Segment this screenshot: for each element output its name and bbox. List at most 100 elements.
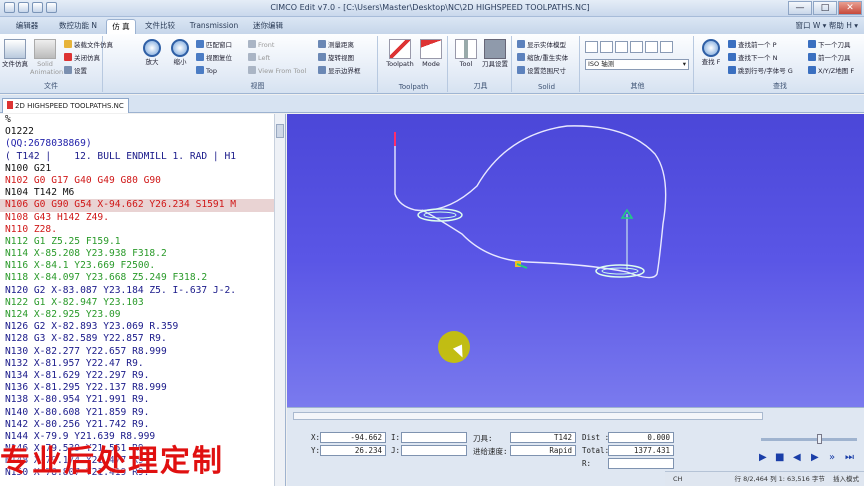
save-icon[interactable] — [18, 2, 29, 13]
mode-icon — [420, 39, 442, 59]
code-line[interactable]: N132 X-81.957 Y22.47 R9. — [0, 358, 274, 370]
zoom-out-icon — [171, 39, 189, 57]
simulation-viewport[interactable] — [287, 114, 864, 407]
axis-icon[interactable] — [585, 41, 598, 53]
load-sim-button[interactable]: 装载文件仿真 — [64, 40, 113, 51]
code-line[interactable]: N124 X-82.925 Y23.09 — [0, 309, 274, 321]
open-icon[interactable] — [32, 2, 43, 13]
code-line[interactable]: N108 G43 H142 Z49. — [0, 212, 274, 224]
mode-button[interactable]: Mode — [416, 39, 446, 68]
bounding-box-button[interactable]: 显示边界框 — [318, 66, 361, 77]
top-view-button[interactable]: Top — [196, 66, 217, 77]
scrollbar-thumb[interactable] — [276, 124, 284, 138]
editor-scrollbar[interactable] — [274, 114, 285, 486]
tab-file-compare[interactable]: 文件比较 — [140, 19, 180, 34]
speed-slider[interactable] — [761, 434, 857, 444]
front-view-button[interactable]: Front — [248, 40, 274, 51]
code-line[interactable]: N114 X-85.208 Y23.938 F318.2 — [0, 248, 274, 260]
code-line[interactable]: N112 G1 Z5.25 F159.1 — [0, 236, 274, 248]
file-simulation-button[interactable]: 文件仿真 — [0, 39, 30, 68]
cube-icon[interactable] — [615, 41, 628, 53]
view-mode-select[interactable]: ISO 轴测 ▾ — [585, 59, 689, 70]
speed-slider-thumb[interactable] — [817, 434, 822, 444]
code-line[interactable]: % — [0, 114, 274, 126]
next-tool-button[interactable]: 下一个刀具 — [808, 40, 851, 51]
fit-window-button[interactable]: 匹配窗口 — [196, 40, 232, 51]
find-next-button[interactable]: 查找下一个 N — [728, 53, 777, 64]
step-forward-icon[interactable]: ▶ — [811, 452, 819, 463]
undo-icon[interactable] — [46, 2, 57, 13]
code-line[interactable]: N122 G1 X-82.947 Y23.103 — [0, 297, 274, 309]
app-menu-icon[interactable] — [4, 2, 15, 13]
tab-nc-functions[interactable]: 数控功能 N — [50, 19, 106, 34]
window-title: CIMCO Edit v7.0 - [C:\Users\Master\Deskt… — [270, 3, 590, 12]
stop-icon[interactable]: ■ — [775, 452, 784, 463]
r-label: R: — [582, 459, 592, 468]
code-line[interactable]: N126 G2 X-82.893 Y23.069 R.359 — [0, 321, 274, 333]
code-line[interactable]: N104 T142 M6 — [0, 187, 274, 199]
tab-mini-editor[interactable]: 迷你编辑 — [248, 19, 288, 34]
x-value-field: -94.662 — [320, 432, 386, 443]
fast-forward-icon[interactable]: » — [829, 452, 835, 463]
xyz-map-button[interactable]: X/Y/Z地图 F — [808, 66, 854, 77]
stock-size-button[interactable]: 设置范围尺寸 — [517, 66, 566, 77]
code-line[interactable]: N120 G2 X-83.087 Y23.184 Z5. I-.637 J-2. — [0, 285, 274, 297]
close-button[interactable]: ✕ — [838, 1, 862, 15]
find-prev-button[interactable]: 查找前一个 P — [728, 40, 777, 51]
rotate-view-button[interactable]: 旋转视图 — [318, 53, 354, 64]
code-line[interactable]: N100 G21 — [0, 163, 274, 175]
show-solid-button[interactable]: 显示实体模型 — [517, 40, 566, 51]
code-line[interactable]: N118 X-84.097 Y23.668 Z5.249 F318.2 — [0, 272, 274, 284]
document-tab[interactable]: 2D HIGHSPEED TOOLPATHS.NC — [2, 98, 129, 113]
color-icon[interactable] — [645, 41, 658, 53]
screenshot-icon[interactable] — [660, 41, 673, 53]
tab-editor[interactable]: 编辑器 — [8, 19, 46, 34]
regen-solid-button[interactable]: 缩放/重生实体 — [517, 53, 568, 64]
sim-settings-button[interactable]: 设置 — [64, 66, 87, 77]
play-icon[interactable]: ▶ — [759, 452, 767, 463]
code-line[interactable]: N128 G3 X-82.589 Y22.857 R9. — [0, 333, 274, 345]
code-line[interactable]: N142 X-80.256 Y21.742 R9. — [0, 419, 274, 431]
maximize-button[interactable]: □ — [813, 1, 837, 15]
code-line[interactable]: O1222 — [0, 126, 274, 138]
code-line[interactable]: N130 X-82.277 Y22.657 R8.999 — [0, 346, 274, 358]
code-line[interactable]: N102 G0 G17 G40 G49 G80 G90 — [0, 175, 274, 187]
solid-animation-button[interactable]: Solid Animation — [30, 39, 63, 76]
tool-button[interactable]: Tool — [452, 39, 480, 68]
feed-label: 进给速度: — [473, 447, 508, 456]
view-from-tool-button[interactable]: View From Tool — [248, 66, 306, 77]
view-mode-value: ISO 轴测 — [588, 60, 615, 68]
zoom-out-button[interactable]: 缩小 — [166, 39, 194, 66]
simulation-progress-slider[interactable] — [293, 412, 763, 420]
solid-icon — [34, 39, 56, 59]
code-line[interactable]: N138 X-80.954 Y21.991 R9. — [0, 394, 274, 406]
code-line[interactable]: (QQ:2678038869) — [0, 138, 274, 150]
code-line[interactable]: ( T142 | 12. BULL ENDMILL 1. RAD | H1 — [0, 151, 274, 163]
prev-tool-button[interactable]: 前一个刀具 — [808, 53, 851, 64]
code-line[interactable]: N134 X-81.629 Y22.297 R9. — [0, 370, 274, 382]
toolpath-button[interactable]: Toolpath — [384, 39, 416, 68]
find-button[interactable]: 查找 F — [698, 39, 724, 66]
code-line[interactable]: N136 X-81.295 Y22.137 R8.999 — [0, 382, 274, 394]
left-view-button[interactable]: Left — [248, 53, 270, 64]
code-line[interactable]: N140 X-80.608 Y21.859 R9. — [0, 407, 274, 419]
window-help-menu[interactable]: 窗口 W ▾ 帮助 H ▾ — [795, 20, 858, 31]
goto-line-button[interactable]: 跳到行号/字体号 G — [728, 66, 793, 77]
reset-view-button[interactable]: 视图复位 — [196, 53, 232, 64]
close-sim-button[interactable]: 关闭仿真 — [64, 53, 100, 64]
light-icon[interactable] — [630, 41, 643, 53]
code-line[interactable]: N116 X-84.1 Y23.669 F2500. — [0, 260, 274, 272]
code-line[interactable]: N106 G0 G90 G54 X-94.662 Y26.234 S1591 M — [0, 199, 274, 212]
grid-icon[interactable] — [600, 41, 613, 53]
language-indicator[interactable]: CH — [673, 475, 682, 483]
code-line[interactable]: N110 Z28. — [0, 224, 274, 236]
measure-button[interactable]: 测量距离 — [318, 40, 354, 51]
step-back-icon[interactable]: ◀ — [793, 452, 801, 463]
end-icon[interactable]: ⏭ — [845, 452, 854, 463]
tab-transmission[interactable]: Transmission — [186, 19, 242, 34]
zoom-in-button[interactable]: 放大 — [138, 39, 166, 66]
nc-code-editor[interactable]: % O1222 (QQ:2678038869)( T142 | 12. BULL E… — [0, 114, 286, 486]
minimize-button[interactable]: — — [788, 1, 812, 15]
tab-simulation[interactable]: 仿 真 — [106, 19, 136, 34]
tool-settings-button[interactable]: 刀具设置 — [480, 39, 510, 68]
